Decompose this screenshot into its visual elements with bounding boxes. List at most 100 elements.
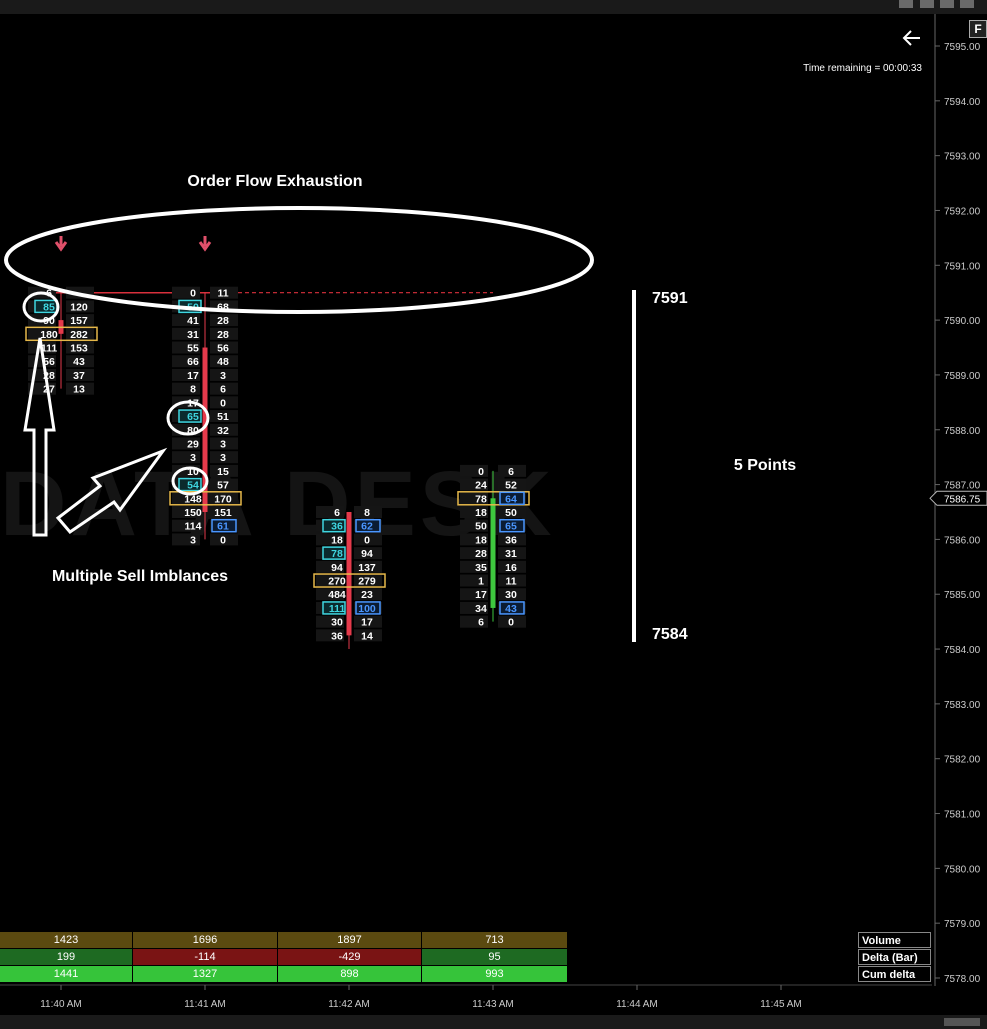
bid-volume-text: 36: [331, 630, 343, 642]
ask-volume-text: 3: [220, 438, 226, 450]
ask-volume-text: 64: [505, 493, 517, 505]
window-control-button[interactable]: [899, 0, 913, 8]
bid-volume-text: 18: [475, 534, 487, 546]
bid-volume-text: 3: [190, 534, 196, 546]
bid-volume-text: 24: [475, 480, 487, 492]
ask-volume-text: 94: [361, 548, 373, 560]
ask-volume-text: 151: [214, 507, 232, 519]
window-control-button[interactable]: [940, 0, 954, 8]
price-axis-label: 7593.00: [944, 152, 981, 163]
stat-cell: 993: [422, 966, 567, 982]
multiple-sell-imbalances-label: Multiple Sell Imblances: [52, 568, 228, 585]
bid-volume-text: 54: [187, 480, 199, 492]
back-arrow-icon[interactable]: [902, 30, 920, 46]
price-axis-label: 7582.00: [944, 755, 981, 766]
price-axis-label: 7592.00: [944, 206, 981, 217]
stat-cell: -114: [133, 949, 277, 965]
stat-cell: 1696: [133, 932, 277, 948]
bid-volume-text: 17: [187, 370, 199, 382]
bid-volume-text: 150: [184, 507, 202, 519]
stats-legend-label: Cum delta: [858, 966, 931, 982]
scrollbar-thumb[interactable]: [944, 1018, 980, 1026]
bid-volume-text: 41: [187, 315, 199, 327]
bid-volume-text: 180: [40, 329, 58, 341]
bid-volume-text: 6: [478, 617, 484, 629]
time-axis-label: 11:44 AM: [616, 999, 658, 1010]
price-axis-label: 7580.00: [944, 864, 981, 875]
ask-volume-text: 11: [217, 288, 228, 300]
footprint-chart[interactable]: DATA DESK7595.007594.007593.007592.00759…: [0, 14, 987, 1015]
price-axis-label: 7585.00: [944, 590, 981, 601]
ask-volume-text: 43: [505, 603, 517, 615]
bid-volume-text: 50: [475, 521, 487, 533]
ask-volume-text: 31: [505, 548, 517, 560]
bid-volume-text: 17: [475, 589, 487, 601]
five-points-label: 5 Points: [734, 457, 796, 474]
ask-volume-text: 17: [361, 617, 373, 629]
bid-volume-text: 8: [190, 384, 196, 396]
ask-volume-text: 100: [358, 603, 376, 615]
price-axis-label: 7583.00: [944, 700, 981, 711]
ask-volume-text: 153: [70, 343, 88, 355]
time-remaining-text: Time remaining = 00:00:33: [803, 63, 922, 74]
stat-cell: 713: [422, 932, 567, 948]
ask-volume-text: 3: [220, 370, 226, 382]
stat-cell: 1897: [278, 932, 421, 948]
ask-volume-text: 57: [217, 480, 229, 492]
ask-volume-text: 157: [70, 315, 88, 327]
price-axis-label: 7587.00: [944, 481, 981, 492]
bid-volume-text: 55: [187, 343, 199, 355]
ask-volume-text: 23: [361, 589, 373, 601]
f-button[interactable]: F: [969, 20, 987, 38]
ask-volume-text: 28: [217, 329, 229, 341]
stats-legend-label: Delta (Bar): [858, 949, 931, 965]
ask-volume-text: 15: [217, 466, 229, 478]
ask-volume-text: 36: [505, 534, 517, 546]
stat-cell: 1441: [0, 966, 132, 982]
ask-volume-text: 137: [358, 562, 376, 574]
window-control-button[interactable]: [920, 0, 934, 8]
bid-volume-text: 111: [329, 603, 346, 615]
ask-volume-text: 65: [505, 521, 517, 533]
window-top-bar: [0, 0, 987, 14]
stat-cell: 1327: [133, 966, 277, 982]
price-axis-label: 7579.00: [944, 919, 981, 930]
ask-volume-text: 0: [220, 397, 226, 409]
stat-cell: 898: [278, 966, 421, 982]
bid-volume-text: 270: [328, 576, 346, 588]
price-axis-label: 7588.00: [944, 426, 981, 437]
bid-volume-text: 94: [331, 562, 343, 574]
price-axis-label: 7594.00: [944, 97, 981, 108]
time-axis-label: 11:40 AM: [40, 999, 82, 1010]
bid-volume-text: 31: [187, 329, 199, 341]
bid-volume-text: 484: [328, 589, 346, 601]
bid-volume-text: 36: [331, 521, 343, 533]
price-axis-label: 7591.00: [944, 261, 981, 272]
ask-volume-text: 37: [73, 370, 85, 382]
price-axis-label: 7595.00: [944, 42, 981, 53]
exhaustion-ellipse: [4, 206, 594, 314]
bid-volume-text: 30: [331, 617, 343, 629]
ask-volume-text: 16: [505, 562, 517, 574]
ask-volume-text: 56: [217, 343, 229, 355]
bid-volume-text: 65: [187, 411, 199, 423]
ask-volume-text: 50: [505, 507, 517, 519]
order-flow-exhaustion-label: Order Flow Exhaustion: [187, 173, 362, 190]
bid-volume-text: 18: [475, 507, 487, 519]
bid-volume-text: 3: [190, 452, 196, 464]
ask-volume-text: 52: [505, 480, 517, 492]
candle-body: [490, 498, 496, 608]
lower-level-label: 7584: [652, 626, 688, 643]
ask-volume-text: 30: [505, 589, 517, 601]
horizontal-scrollbar[interactable]: [0, 1015, 987, 1029]
price-axis-label: 7578.00: [944, 974, 981, 985]
price-axis-label: 7586.00: [944, 535, 981, 546]
ask-volume-text: 61: [217, 521, 229, 533]
ask-volume-text: 8: [364, 507, 370, 519]
bid-volume-text: 18: [331, 534, 343, 546]
upper-level-label: 7591: [652, 290, 688, 307]
window-control-button[interactable]: [960, 0, 974, 8]
ask-volume-text: 51: [217, 411, 229, 423]
stat-cell: 95: [422, 949, 567, 965]
ask-volume-text: 28: [217, 315, 229, 327]
